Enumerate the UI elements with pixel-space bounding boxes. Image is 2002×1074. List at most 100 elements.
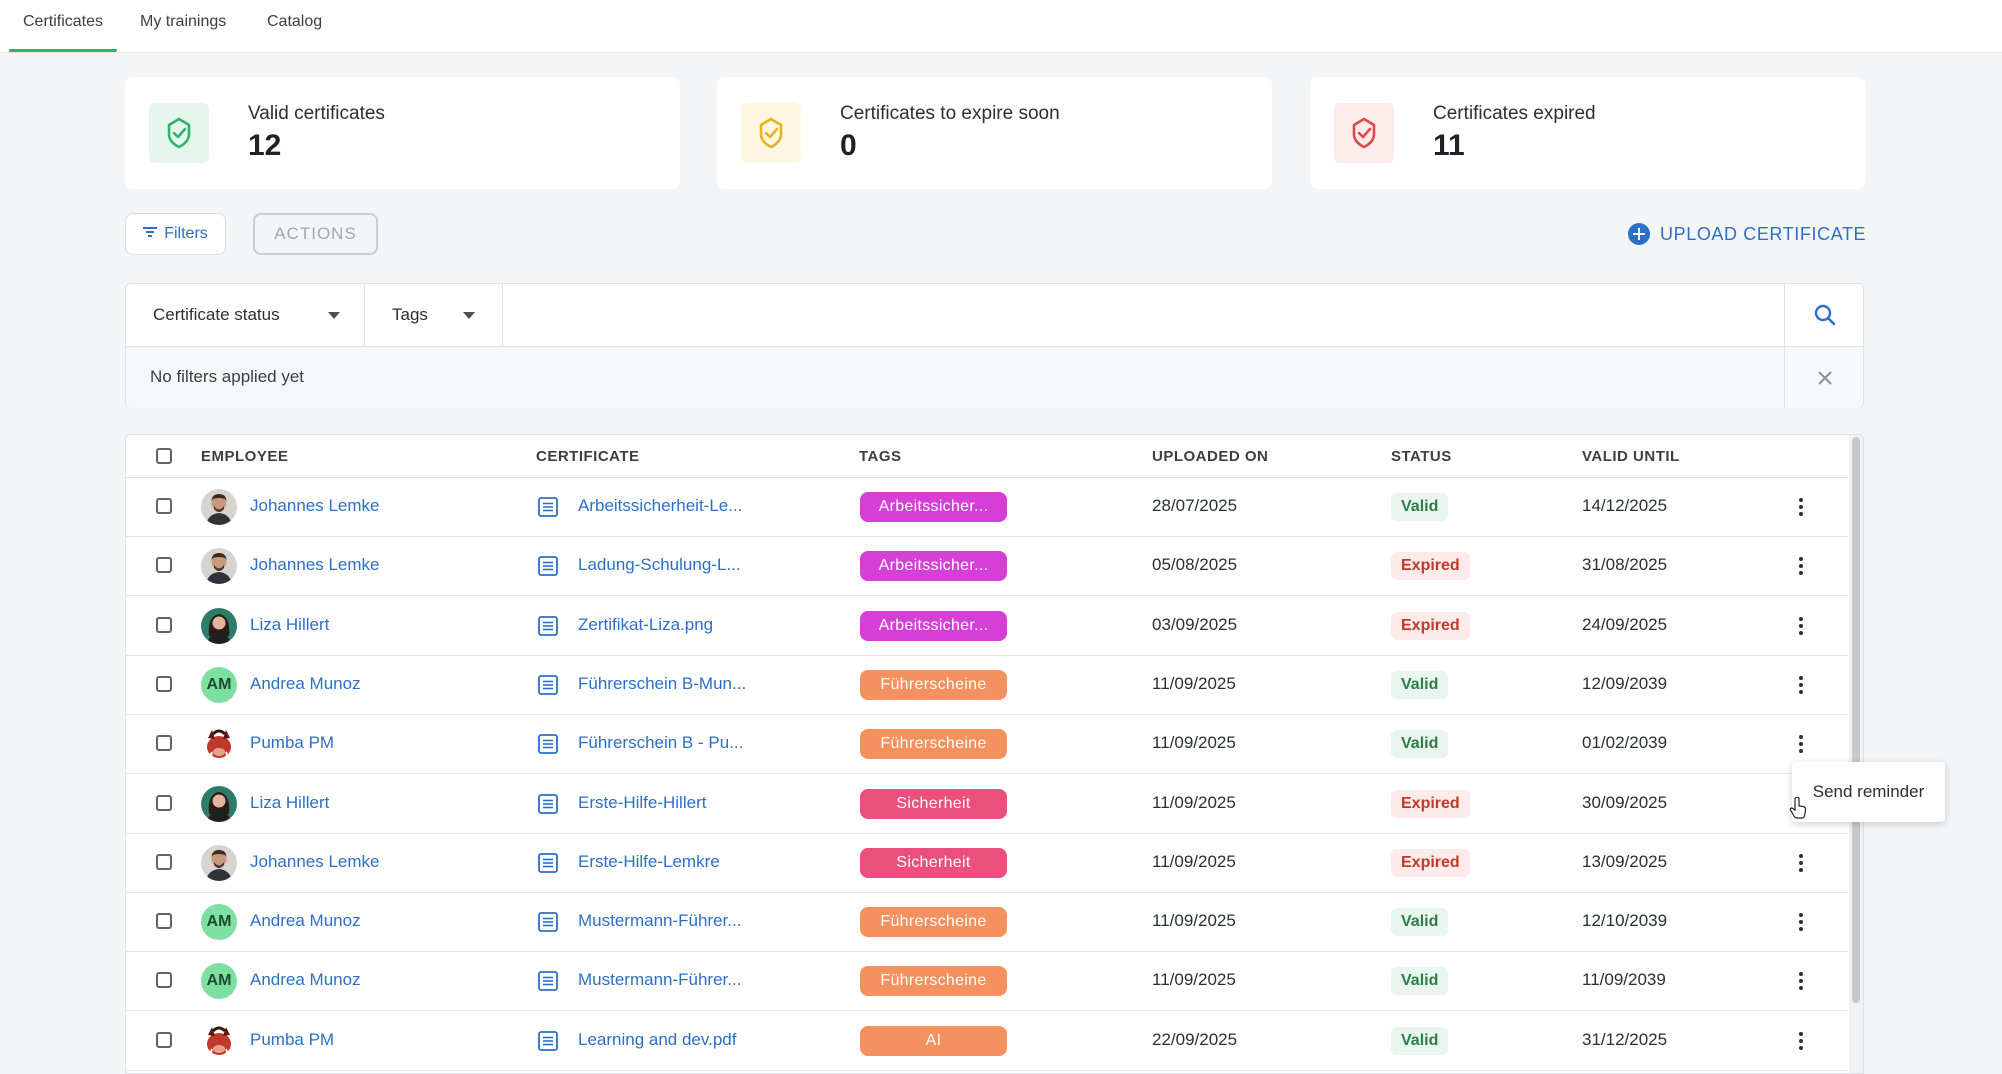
- certificate-link[interactable]: Learning and dev.pdf: [578, 1030, 736, 1050]
- table-row[interactable]: Johannes Lemke Ladung-Schulung-L... Arbeit…: [126, 536, 1848, 596]
- row-checkbox[interactable]: [156, 795, 172, 811]
- row-checkbox[interactable]: [156, 557, 172, 573]
- more-options-icon[interactable]: [1791, 968, 1811, 994]
- row-checkbox[interactable]: [156, 972, 172, 988]
- certificate-status-dropdown[interactable]: Certificate status: [126, 284, 365, 346]
- tab-my-trainings[interactable]: My trainings: [140, 0, 226, 52]
- more-options-icon[interactable]: [1791, 494, 1811, 520]
- column-tags[interactable]: TAGS: [859, 448, 902, 465]
- search-button[interactable]: [1784, 284, 1864, 346]
- close-icon: [1817, 370, 1832, 385]
- row-checkbox[interactable]: [156, 735, 172, 751]
- row-checkbox[interactable]: [156, 498, 172, 514]
- row-checkbox[interactable]: [156, 854, 172, 870]
- tag-badge: Führerscheine: [860, 966, 1007, 996]
- tag-badge: AI: [860, 1026, 1007, 1056]
- certificates-table: EMPLOYEE CERTIFICATE TAGS UPLOADED ON ST…: [125, 434, 1864, 1074]
- uploaded-on-cell: 11/09/2025: [1152, 852, 1236, 871]
- table-row[interactable]: Pumba PM Führerschein B - Pu... Führersche…: [126, 714, 1848, 774]
- more-options-icon[interactable]: [1791, 613, 1811, 639]
- document-icon: [537, 793, 559, 820]
- certificate-link[interactable]: Ladung-Schulung-L...: [578, 555, 741, 575]
- more-options-icon[interactable]: [1791, 909, 1811, 935]
- tag-badge: Arbeitssicher...: [860, 551, 1007, 581]
- tag-badge: Arbeitssicher...: [860, 492, 1007, 522]
- table-scrollbar[interactable]: [1849, 435, 1863, 1073]
- status-badge: Expired: [1391, 552, 1470, 580]
- more-options-icon[interactable]: [1791, 672, 1811, 698]
- column-valid-until[interactable]: VALID UNTIL: [1582, 448, 1680, 465]
- row-checkbox[interactable]: [156, 617, 172, 633]
- table-row[interactable]: Liza Hillert Zertifikat-Liza.png Arbeitssi…: [126, 596, 1848, 656]
- scrollbar-thumb[interactable]: [1852, 437, 1860, 1003]
- uploaded-on-cell: 11/09/2025: [1152, 674, 1236, 693]
- row-checkbox[interactable]: [156, 676, 172, 692]
- employee-link[interactable]: Pumba PM: [250, 1030, 334, 1050]
- more-options-icon[interactable]: [1791, 553, 1811, 579]
- valid-until-cell: 24/09/2025: [1582, 615, 1668, 634]
- award-warning-icon: [741, 103, 801, 163]
- table-row[interactable]: AM Andrea Munoz Mustermann-Führer... Führer…: [126, 892, 1848, 952]
- status-badge: Expired: [1391, 790, 1470, 818]
- plus-circle-icon: [1628, 223, 1650, 245]
- employee-link[interactable]: Liza Hillert: [250, 615, 329, 635]
- status-badge: Expired: [1391, 849, 1470, 877]
- document-icon: [537, 1030, 559, 1057]
- employee-link[interactable]: Andrea Munoz: [250, 911, 361, 931]
- actions-button[interactable]: ACTIONS: [253, 213, 378, 255]
- employee-link[interactable]: Andrea Munoz: [250, 970, 361, 990]
- filters-button[interactable]: Filters: [125, 213, 226, 255]
- tags-dropdown[interactable]: Tags: [365, 284, 503, 346]
- table-row[interactable]: Liza Hillert Erste-Hilfe-Hillert Sicherhei…: [126, 774, 1848, 834]
- more-options-icon[interactable]: [1791, 1028, 1811, 1054]
- table-row[interactable]: AM Andrea Munoz Mustermann-Führer... Führer…: [126, 951, 1848, 1011]
- column-certificate[interactable]: CERTIFICATE: [536, 448, 640, 465]
- select-all-checkbox[interactable]: [156, 448, 172, 464]
- status-badge: Valid: [1391, 908, 1449, 936]
- avatar: [201, 489, 237, 525]
- column-employee[interactable]: EMPLOYEE: [201, 448, 288, 465]
- stat-value: 0: [840, 129, 857, 162]
- document-icon: [537, 615, 559, 642]
- status-badge: Valid: [1391, 671, 1449, 699]
- certificate-link[interactable]: Mustermann-Führer...: [578, 911, 741, 931]
- employee-link[interactable]: Liza Hillert: [250, 793, 329, 813]
- row-checkbox[interactable]: [156, 913, 172, 929]
- document-icon: [537, 911, 559, 938]
- employee-link[interactable]: Andrea Munoz: [250, 674, 361, 694]
- table-row[interactable]: Pumba PM Learning and dev.pdf AI 22/09/2025…: [126, 1011, 1848, 1071]
- send-reminder-menu-item[interactable]: Send reminder: [1792, 762, 1945, 822]
- certificate-link[interactable]: Erste-Hilfe-Hillert: [578, 793, 706, 813]
- tab-catalog[interactable]: Catalog: [267, 0, 322, 52]
- table-row[interactable]: Johannes Lemke Arbeitssicherheit-Le... Arb…: [126, 477, 1848, 537]
- employee-link[interactable]: Johannes Lemke: [250, 496, 379, 516]
- search-input[interactable]: [503, 284, 1784, 346]
- uploaded-on-cell: 11/09/2025: [1152, 733, 1236, 752]
- certificate-link[interactable]: Führerschein B-Mun...: [578, 674, 746, 694]
- certificate-link[interactable]: Arbeitssicherheit-Le...: [578, 496, 742, 516]
- certificate-link[interactable]: Mustermann-Führer...: [578, 970, 741, 990]
- clear-filters-button[interactable]: [1784, 347, 1864, 408]
- table-row[interactable]: Johannes Lemke Erste-Hilfe-Lemkre Sicherhe…: [126, 833, 1848, 893]
- employee-link[interactable]: Johannes Lemke: [250, 555, 379, 575]
- top-navigation: Certificates My trainings Catalog: [0, 0, 2002, 53]
- certificate-link[interactable]: Erste-Hilfe-Lemkre: [578, 852, 720, 872]
- uploaded-on-cell: 28/07/2025: [1152, 496, 1238, 515]
- more-options-icon[interactable]: [1791, 850, 1811, 876]
- certificate-link[interactable]: Zertifikat-Liza.png: [578, 615, 713, 635]
- upload-certificate-button[interactable]: UPLOAD CERTIFICATE: [1628, 219, 1866, 249]
- column-uploaded-on[interactable]: UPLOADED ON: [1152, 448, 1268, 465]
- table-row[interactable]: AM Andrea Munoz Führerschein B-Mun... Führe…: [126, 655, 1848, 715]
- document-icon: [537, 555, 559, 582]
- more-options-icon[interactable]: [1791, 731, 1811, 757]
- tag-badge: Führerscheine: [860, 907, 1007, 937]
- valid-until-cell: 31/08/2025: [1582, 555, 1668, 574]
- column-status[interactable]: STATUS: [1391, 448, 1452, 465]
- employee-link[interactable]: Johannes Lemke: [250, 852, 379, 872]
- tab-certificates[interactable]: Certificates: [8, 0, 118, 52]
- employee-link[interactable]: Pumba PM: [250, 733, 334, 753]
- hand-cursor-icon: [1789, 797, 1807, 819]
- caret-down-icon: [328, 312, 340, 319]
- row-checkbox[interactable]: [156, 1032, 172, 1048]
- certificate-link[interactable]: Führerschein B - Pu...: [578, 733, 743, 753]
